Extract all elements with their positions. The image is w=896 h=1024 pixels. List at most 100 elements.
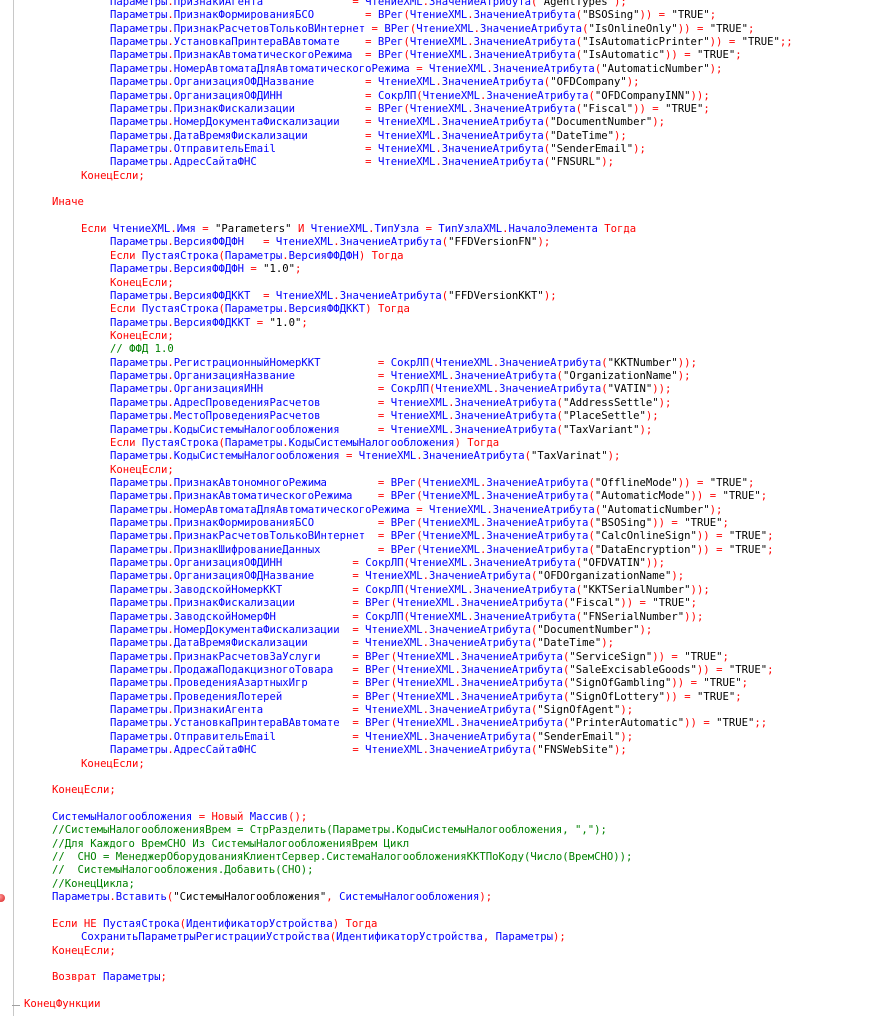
- code-line-text: Параметры.ДатаВремяФискализации = Чтение…: [110, 129, 627, 142]
- code-line[interactable]: Если НЕ ПустаяСтрока(ИдентификаторУстрой…: [0, 918, 896, 931]
- code-line[interactable]: Если ПустаяСтрока(Параметры.ВерсияФФДФН)…: [0, 250, 896, 263]
- code-line[interactable]: [0, 183, 896, 196]
- code-line[interactable]: Параметры.ОрганизацияНазвание = ЧтениеXM…: [0, 370, 896, 383]
- code-line[interactable]: Параметры.ОрганизацияОФДИНН = СокрЛП(Чте…: [0, 90, 896, 103]
- code-line[interactable]: Параметры.ПризнакШифрованиеДанных = ВРег…: [0, 544, 896, 557]
- code-line[interactable]: [0, 798, 896, 811]
- code-line[interactable]: [0, 771, 896, 784]
- code-line[interactable]: КонецЕсли;: [0, 330, 896, 343]
- code-line[interactable]: Параметры.ПризнакФискализации = ВРег(Чте…: [0, 103, 896, 116]
- code-line[interactable]: Параметры.ПризнакАвтоматическогоРежима =…: [0, 490, 896, 503]
- code-line[interactable]: Иначе: [0, 196, 896, 209]
- code-line-text: Параметры.АдресПроведенияРасчетов = Чтен…: [110, 396, 672, 409]
- code-line-text: Параметры.ПризнакАвтономногоРежима = ВРе…: [110, 476, 755, 489]
- code-line[interactable]: Параметры.КодыСистемыНалогообложения = Ч…: [0, 450, 896, 463]
- code-line[interactable]: //КонецЦикла;: [0, 878, 896, 891]
- code-line[interactable]: КонецЕсли;: [0, 170, 896, 183]
- code-line[interactable]: Параметры.ПроведенияАзартныхИгр = ВРег(Ч…: [0, 677, 896, 690]
- code-line[interactable]: Параметры.ВерсияФФДФН = "1.0";: [0, 263, 896, 276]
- code-line[interactable]: Параметры.ЗаводскойНомерККТ = СокрЛП(Чте…: [0, 584, 896, 597]
- code-line[interactable]: Параметры.РегистрационныйНомерККТ = Сокр…: [0, 357, 896, 370]
- code-line-text: Параметры.НомерАвтоматаДляАвтоматическог…: [110, 62, 723, 75]
- code-line[interactable]: // ФФД 1.0: [0, 343, 896, 356]
- code-line-text: Параметры.ОрганизацияИНН = СокрЛП(Чтение…: [110, 383, 672, 396]
- code-line[interactable]: Параметры.МестоПроведенияРасчетов = Чтен…: [0, 410, 896, 423]
- code-line-text: Параметры.ПризнакФискализации = ВРег(Чте…: [110, 102, 710, 115]
- code-line-text: // ФФД 1.0: [110, 343, 174, 356]
- code-line[interactable]: Параметры.ДатаВремяФискализации = Чтение…: [0, 130, 896, 143]
- code-line[interactable]: Параметры.ПризнакРасчетовЗаУслуги = ВРег…: [0, 651, 896, 664]
- code-line-text: Параметры.ПризнакШифрованиеДанных = ВРег…: [110, 543, 774, 556]
- code-line[interactable]: [0, 985, 896, 998]
- code-line[interactable]: КонецФункции: [0, 998, 896, 1011]
- code-line[interactable]: Если ПустаяСтрока(Параметры.ВерсияФФДККТ…: [0, 303, 896, 316]
- code-line[interactable]: Параметры.ПризнакФормированияБСО = ВРег(…: [0, 9, 896, 22]
- code-line[interactable]: Параметры.ДатаВремяФискализации = Чтение…: [0, 637, 896, 650]
- code-line-text: Параметры.ВерсияФФДККТ = ЧтениеXML.Значе…: [110, 289, 557, 302]
- code-line[interactable]: Параметры.ОрганизацияИНН = СокрЛП(Чтение…: [0, 383, 896, 396]
- code-line[interactable]: Параметры.ПризнакФискализации = ВРег(Чте…: [0, 597, 896, 610]
- code-line[interactable]: Параметры.НомерДокументаФискализации = Ч…: [0, 116, 896, 129]
- code-line[interactable]: КонецЕсли;: [0, 758, 896, 771]
- code-line-text: КонецЕсли;: [81, 169, 145, 182]
- code-line-text: //Для Каждого ВремСНО Из СистемыНалогооб…: [52, 837, 410, 850]
- code-line[interactable]: //Для Каждого ВремСНО Из СистемыНалогооб…: [0, 838, 896, 851]
- code-line[interactable]: Параметры.НомерАвтоматаДляАвтоматическог…: [0, 504, 896, 517]
- code-line[interactable]: Параметры.ПризнакиАгента = ЧтениеXML.Зна…: [0, 0, 896, 9]
- code-line-text: Иначе: [52, 196, 84, 209]
- code-line[interactable]: Параметры.ПризнакРасчетовТолькоВИнтернет…: [0, 530, 896, 543]
- code-line-text: Параметры.МестоПроведенияРасчетов = Чтен…: [110, 410, 659, 423]
- code-line-text: Параметры.РегистрационныйНомерККТ = Сокр…: [110, 356, 697, 369]
- code-line[interactable]: КонецЕсли;: [0, 945, 896, 958]
- code-line[interactable]: Параметры.НомерАвтоматаДляАвтоматическог…: [0, 63, 896, 76]
- code-line[interactable]: КонецЕсли;: [0, 784, 896, 797]
- code-line[interactable]: Параметры.ПризнакФормированияБСО = ВРег(…: [0, 517, 896, 530]
- code-line[interactable]: // СНО = МенеджерОборудованияКлиентСерве…: [0, 851, 896, 864]
- code-line[interactable]: Параметры.ВерсияФФДФН = ЧтениеXML.Значен…: [0, 236, 896, 249]
- code-line[interactable]: Если ПустаяСтрока(Параметры.КодыСистемыН…: [0, 437, 896, 450]
- code-line[interactable]: Параметры.ОрганизацияОФДНазвание = Чтени…: [0, 76, 896, 89]
- code-line[interactable]: Параметры.ПризнакАвтоматическогоРежима =…: [0, 49, 896, 62]
- code-line[interactable]: Параметры.ОтправительEmail = ЧтениеXML.З…: [0, 731, 896, 744]
- code-line-text: Параметры.ОрганизацияОФДНазвание = Чтени…: [110, 570, 685, 583]
- code-line-text: Параметры.ПризнакиАгента = ЧтениеXML.Зна…: [110, 704, 634, 717]
- code-line[interactable]: Параметры.УстановкаПринтераВАвтомате = В…: [0, 36, 896, 49]
- code-line[interactable]: Параметры.Вставить("СистемыНалогообложен…: [0, 891, 896, 904]
- code-editor[interactable]: Параметры.ПризнакиАгента = ЧтениеXML.Зна…: [0, 0, 896, 1024]
- code-line[interactable]: Параметры.НомерДокументаФискализации = Ч…: [0, 624, 896, 637]
- breakpoint-icon[interactable]: [0, 894, 5, 903]
- code-line[interactable]: [0, 904, 896, 917]
- code-line[interactable]: Параметры.ПродажаПодакцизногоТовара = ВР…: [0, 664, 896, 677]
- code-line[interactable]: Параметры.ПризнакРасчетовТолькоВИнтернет…: [0, 23, 896, 36]
- code-line[interactable]: Параметры.АдресСайтаФНС = ЧтениеXML.Знач…: [0, 744, 896, 757]
- code-line[interactable]: Параметры.ОтправительEmail = ЧтениеXML.З…: [0, 143, 896, 156]
- code-line[interactable]: Параметры.УстановкаПринтераВАвтомате = В…: [0, 717, 896, 730]
- code-line[interactable]: Параметры.АдресПроведенияРасчетов = Чтен…: [0, 397, 896, 410]
- code-line[interactable]: // СистемыНалогообложения.Добавить(СНО);: [0, 864, 896, 877]
- code-line[interactable]: Параметры.ВерсияФФДККТ = "1.0";: [0, 317, 896, 330]
- code-line[interactable]: [0, 210, 896, 223]
- code-line[interactable]: Параметры.ПризнакАвтономногоРежима = ВРе…: [0, 477, 896, 490]
- code-line[interactable]: СохранитьПараметрыРегистрацииУстройства(…: [0, 931, 896, 944]
- code-line[interactable]: Параметры.ЗаводскойНомерФН = СокрЛП(Чтен…: [0, 611, 896, 624]
- code-line[interactable]: Параметры.ВерсияФФДККТ = ЧтениеXML.Значе…: [0, 290, 896, 303]
- code-line[interactable]: Если ЧтениеXML.Имя = "Parameters" И Чтен…: [0, 223, 896, 236]
- code-line-text: Параметры.НомерАвтоматаДляАвтоматическог…: [110, 503, 723, 516]
- code-line[interactable]: Параметры.ПроведенияЛотерей = ВРег(Чтени…: [0, 691, 896, 704]
- code-line[interactable]: Параметры.АдресСайтаФНС = ЧтениеXML.Знач…: [0, 156, 896, 169]
- code-line[interactable]: //СистемыНалогообложенияВрем = СтрРаздел…: [0, 824, 896, 837]
- code-line[interactable]: КонецЕсли;: [0, 277, 896, 290]
- code-line[interactable]: СистемыНалогообложения = Новый Массив();: [0, 811, 896, 824]
- code-line-text: КонецЕсли;: [52, 944, 116, 957]
- code-line[interactable]: [0, 958, 896, 971]
- code-line[interactable]: Параметры.ОрганизацияОФДИНН = СокрЛП(Чте…: [0, 557, 896, 570]
- code-line-text: // СНО = МенеджерОборудованияКлиентСерве…: [52, 851, 633, 864]
- code-line[interactable]: Возврат Параметры;: [0, 971, 896, 984]
- code-line-text: Параметры.ПризнакРасчетовЗаУслуги = ВРег…: [110, 650, 729, 663]
- code-line-text: Параметры.ВерсияФФДККТ = "1.0";: [110, 316, 308, 329]
- code-line[interactable]: КонецЕсли;: [0, 464, 896, 477]
- code-line-text: // СистемыНалогообложения.Добавить(СНО);: [52, 864, 314, 877]
- code-line[interactable]: Параметры.ОрганизацияОФДНазвание = Чтени…: [0, 570, 896, 583]
- code-line[interactable]: Параметры.ПризнакиАгента = ЧтениеXML.Зна…: [0, 704, 896, 717]
- code-line[interactable]: Параметры.КодыСистемыНалогообложения = Ч…: [0, 424, 896, 437]
